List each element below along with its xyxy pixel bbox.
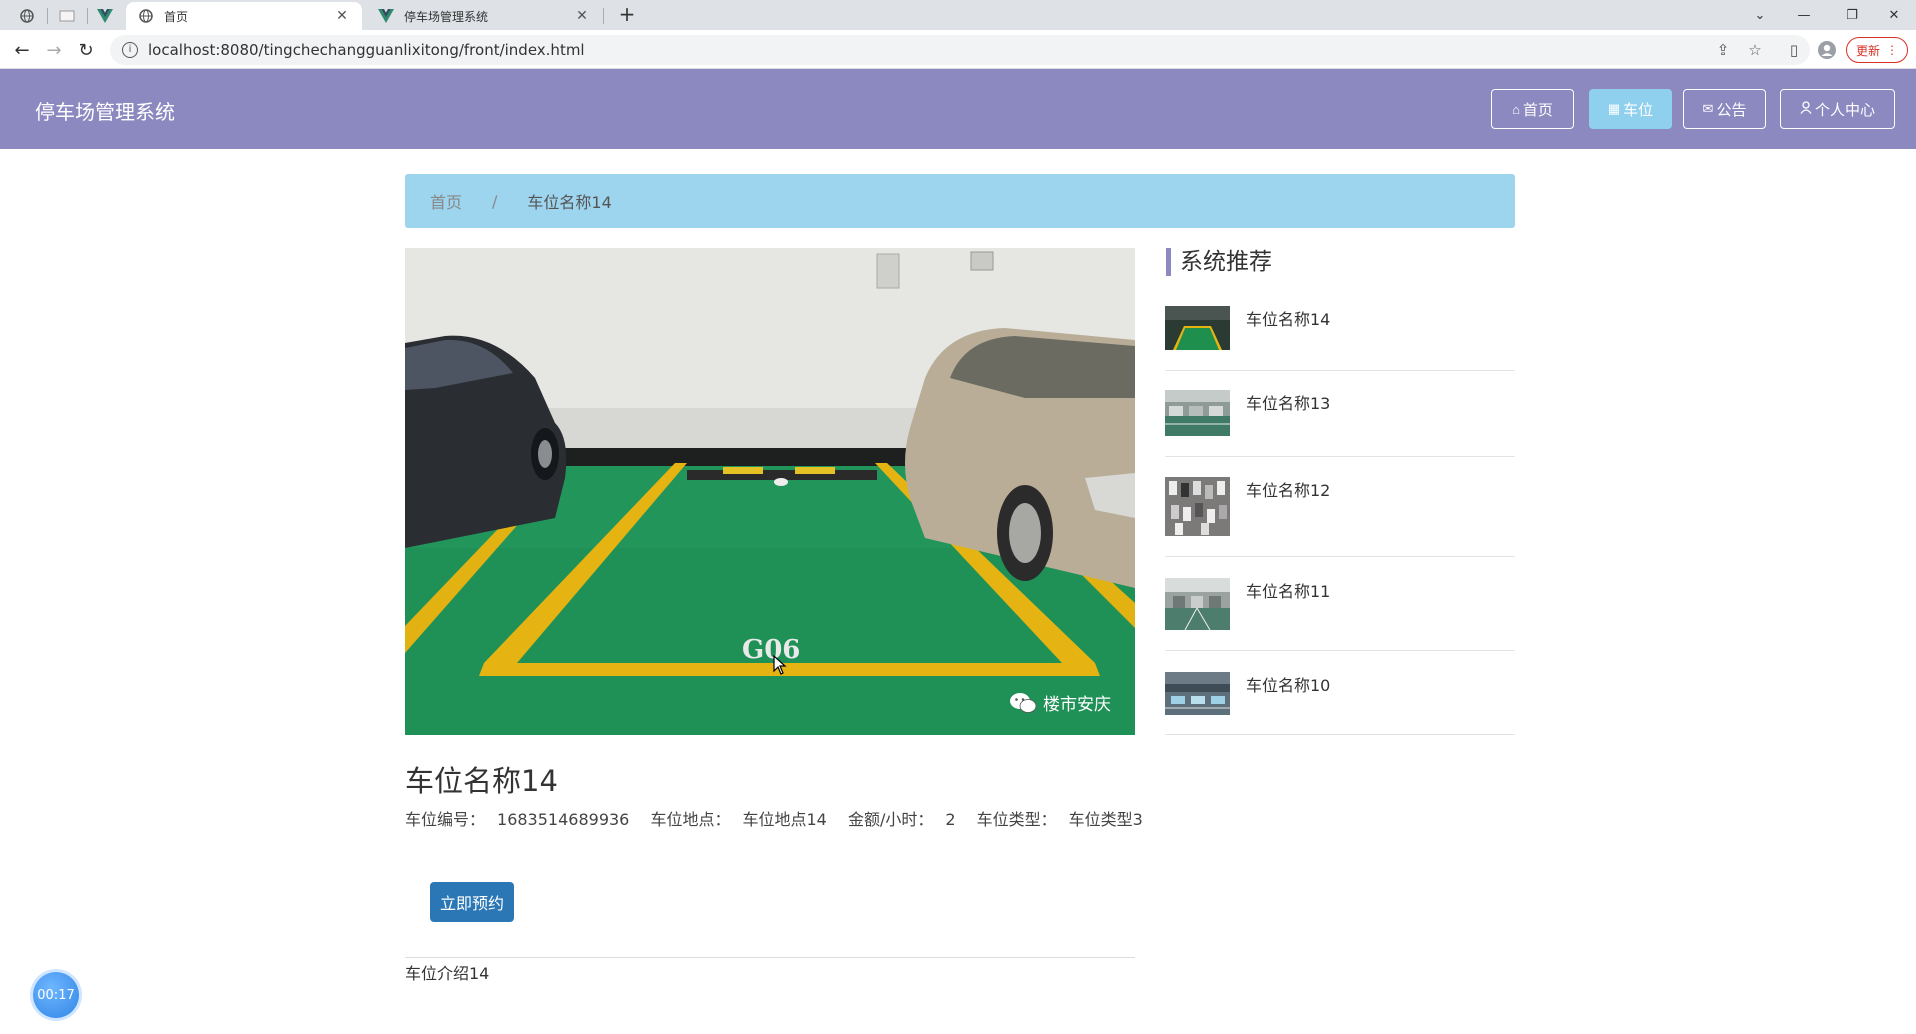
wechat-icon xyxy=(1010,692,1037,713)
share-icon[interactable]: ⇪ xyxy=(1710,37,1736,63)
address-bar[interactable]: i localhost:8080/tingchechangguanlixiton… xyxy=(110,35,1810,65)
nav-parking-label: 车位 xyxy=(1623,101,1654,119)
pinned-tab-globe[interactable] xyxy=(10,4,44,28)
meta-value-number: 1683514689936 xyxy=(497,810,630,829)
recommend-thumbnail[interactable] xyxy=(1165,672,1230,715)
reserve-now-button[interactable]: 立即预约 xyxy=(430,882,514,922)
url-text[interactable]: localhost:8080/tingchechangguanlixitong/… xyxy=(148,41,585,59)
recommend-thumbnail[interactable] xyxy=(1165,578,1230,630)
close-tab-icon[interactable]: ✕ xyxy=(574,8,590,24)
recommend-thumbnail[interactable] xyxy=(1165,306,1230,350)
globe-icon xyxy=(138,8,154,24)
recommend-title: 系统推荐 xyxy=(1166,248,1272,276)
recommend-item[interactable]: 车位名称11 xyxy=(1165,578,1515,651)
nav-user-center-label: 个人中心 xyxy=(1814,101,1875,119)
meta-value-price: 2 xyxy=(945,810,956,829)
parking-spot-intro: 车位介绍14 xyxy=(405,964,490,983)
meta-label-location: 车位地点： xyxy=(650,810,731,829)
spot-code-text: G06 xyxy=(742,635,800,665)
minimize-icon[interactable]: — xyxy=(1782,0,1826,30)
breadcrumb: 首页 / 车位名称14 xyxy=(405,174,1515,228)
reload-icon[interactable]: ↻ xyxy=(72,36,100,64)
recommend-item[interactable]: 车位名称13 xyxy=(1165,390,1515,457)
home-icon: ⌂ xyxy=(1512,101,1520,117)
site-header: 停车场管理系统 ⌂ 首页 ▦ 车位 ✉ 公告 个人中心 xyxy=(0,69,1916,149)
forward-icon[interactable]: → xyxy=(40,36,68,64)
breadcrumb-home-link[interactable]: 首页 xyxy=(430,189,462,213)
side-panel-icon[interactable]: ▯ xyxy=(1781,37,1807,63)
tab-separator xyxy=(603,8,604,24)
watermark-text: 楼市安庆 xyxy=(1043,695,1111,715)
pinned-tab-vue[interactable] xyxy=(88,4,122,28)
user-icon xyxy=(1800,101,1812,117)
recording-timer[interactable]: 00:17 xyxy=(33,972,79,1018)
meta-label-type: 车位类型： xyxy=(976,810,1057,829)
new-tab-button[interactable]: + xyxy=(614,3,640,27)
meta-value-location: 车位地点14 xyxy=(742,810,827,829)
nav-home-button[interactable]: ⌂ 首页 xyxy=(1491,89,1574,129)
watermark: 楼市安庆 xyxy=(1009,690,1111,715)
pinned-tab-page[interactable] xyxy=(50,4,84,28)
nav-notice-label: 公告 xyxy=(1716,101,1747,119)
breadcrumb-current: 车位名称14 xyxy=(527,193,612,212)
update-label: 更新 xyxy=(1855,43,1880,58)
profile-icon[interactable] xyxy=(1814,37,1840,63)
nav-parking-button[interactable]: ▦ 车位 xyxy=(1589,89,1672,129)
recommend-item[interactable]: 车位名称14 xyxy=(1165,306,1515,371)
page-icon xyxy=(59,10,75,22)
vue-icon xyxy=(97,9,113,23)
tab-parking-system[interactable]: 停车场管理系统 ✕ xyxy=(366,2,602,30)
globe-icon xyxy=(20,9,34,23)
nav-notice-button[interactable]: ✉ 公告 xyxy=(1683,89,1766,129)
close-tab-icon[interactable]: ✕ xyxy=(334,8,350,24)
recommend-item-name[interactable]: 车位名称12 xyxy=(1246,477,1330,501)
content-divider xyxy=(405,957,1135,958)
recommend-thumbnail[interactable] xyxy=(1165,477,1230,536)
parking-spot-image: G06 楼市安庆 xyxy=(405,248,1135,735)
bookmark-star-icon[interactable]: ☆ xyxy=(1742,37,1768,63)
mail-icon: ✉ xyxy=(1702,101,1714,116)
meta-label-price: 金额/小时： xyxy=(847,810,934,829)
parking-icon: ▦ xyxy=(1607,101,1621,116)
meta-value-type: 车位类型3 xyxy=(1068,810,1143,829)
close-window-icon[interactable]: ✕ xyxy=(1872,0,1916,30)
breadcrumb-separator: / xyxy=(492,191,498,211)
vue-icon xyxy=(378,8,394,24)
tab-title: 停车场管理系统 xyxy=(404,9,489,24)
tab-separator xyxy=(47,8,48,24)
browser-toolbar: ← → ↻ i localhost:8080/tingchechangguanl… xyxy=(0,30,1916,69)
site-title: 停车场管理系统 xyxy=(35,100,175,124)
recommend-item[interactable]: 车位名称10 xyxy=(1165,672,1515,735)
more-menu-icon: ⋮ xyxy=(1886,43,1898,57)
tab-title: 首页 xyxy=(164,9,189,24)
parking-spot-meta: 车位编号： 1683514689936 车位地点： 车位地点14 金额/小时： 2 车… xyxy=(405,806,1159,830)
back-icon[interactable]: ← xyxy=(8,36,36,64)
recommend-item-name[interactable]: 车位名称14 xyxy=(1246,306,1330,330)
restore-icon[interactable]: ❐ xyxy=(1830,0,1874,30)
nav-home-label: 首页 xyxy=(1522,101,1553,119)
recommend-item-name[interactable]: 车位名称13 xyxy=(1246,390,1330,414)
update-button[interactable]: 更新 ⋮ xyxy=(1846,37,1908,63)
tab-search-icon[interactable]: ⌄ xyxy=(1738,0,1782,30)
recommend-thumbnail[interactable] xyxy=(1165,390,1230,436)
site-info-icon[interactable]: i xyxy=(122,42,138,58)
mouse-cursor-icon xyxy=(773,655,787,675)
nav-user-center-button[interactable]: 个人中心 xyxy=(1780,89,1895,129)
parking-spot-title: 车位名称14 xyxy=(405,764,558,798)
meta-label-number: 车位编号： xyxy=(405,810,486,829)
tab-home[interactable]: 首页 ✕ xyxy=(126,2,362,30)
recommend-item[interactable]: 车位名称12 xyxy=(1165,477,1515,557)
recommend-item-name[interactable]: 车位名称10 xyxy=(1246,672,1330,696)
recommend-item-name[interactable]: 车位名称11 xyxy=(1246,578,1330,602)
browser-tab-bar: 首页 ✕ 停车场管理系统 ✕ + ⌄ — ❐ ✕ xyxy=(0,0,1916,30)
